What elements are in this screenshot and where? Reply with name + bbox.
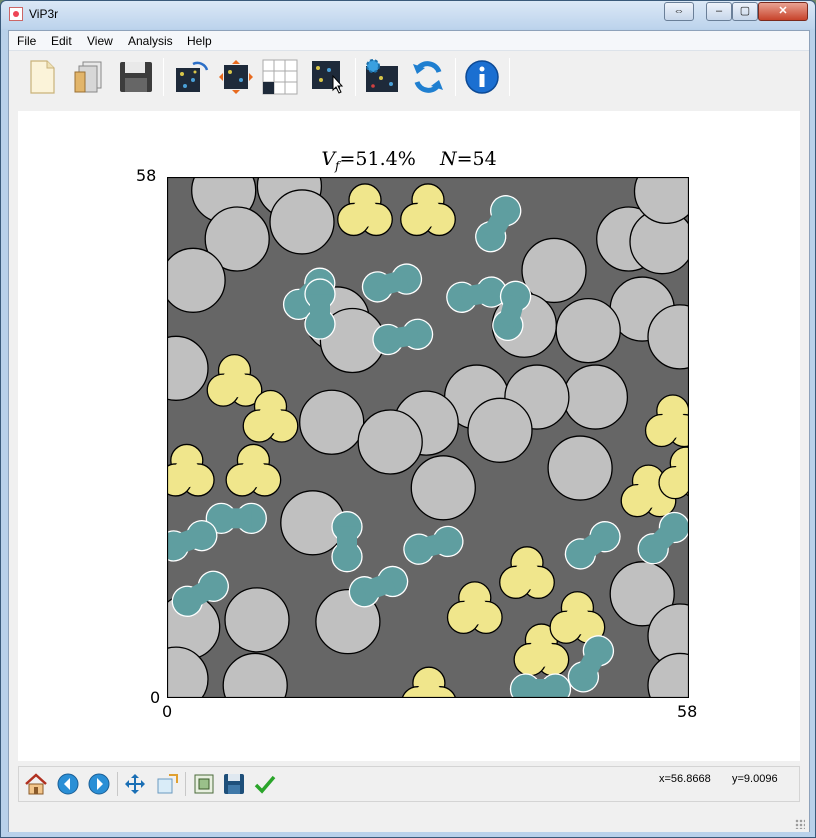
navigation-toolbar: x=56.8668 y=9.0096 xyxy=(18,766,800,802)
window-title: ViP3r xyxy=(29,7,59,21)
toolbar-separator xyxy=(355,58,356,96)
configure-subplots-icon[interactable] xyxy=(192,772,216,796)
circular-particle[interactable] xyxy=(269,189,335,255)
client-area: File Edit View Analysis Help Vf=51.4% N=… xyxy=(8,30,810,832)
pan-icon[interactable] xyxy=(123,772,147,796)
menu-bar: File Edit View Analysis Help xyxy=(9,31,809,51)
menu-analysis[interactable]: Analysis xyxy=(128,34,173,48)
menu-view[interactable]: View xyxy=(87,34,113,48)
minimize-button[interactable]: – xyxy=(706,2,732,21)
circular-particle[interactable] xyxy=(521,237,587,304)
regenerate-microstructure-icon[interactable] xyxy=(173,58,211,96)
nav-separator xyxy=(117,772,118,796)
periodic-boundary-icon[interactable] xyxy=(217,58,255,96)
zoom-icon[interactable] xyxy=(155,772,179,796)
refresh-icon[interactable] xyxy=(409,58,447,96)
select-particle-icon[interactable] xyxy=(309,58,347,96)
n-label: N xyxy=(439,148,457,170)
circular-particle[interactable] xyxy=(167,247,226,313)
save-figure-icon[interactable] xyxy=(222,772,246,796)
grid-icon[interactable] xyxy=(261,58,299,96)
menu-help[interactable]: Help xyxy=(187,34,212,48)
y-max-tick: 58 xyxy=(136,166,157,185)
back-icon[interactable] xyxy=(56,772,80,796)
home-icon[interactable] xyxy=(24,772,48,796)
circular-particle[interactable] xyxy=(357,409,423,475)
toolbar-separator xyxy=(455,58,456,96)
circular-particle[interactable] xyxy=(467,397,533,463)
vf-value: =51.4% xyxy=(339,148,416,170)
app-window: ViP3r ⇔ – ▢ ✕ File Edit View Analysis He… xyxy=(0,0,816,838)
nav-separator xyxy=(185,772,186,796)
close-button[interactable]: ✕ xyxy=(758,2,808,21)
microstructure-plot[interactable] xyxy=(167,177,689,698)
circular-particle[interactable] xyxy=(562,364,629,430)
open-folder-icon[interactable] xyxy=(71,58,109,96)
info-icon[interactable] xyxy=(463,58,501,96)
y-readout: y=9.0096 xyxy=(732,773,778,785)
toolbar-separator xyxy=(163,58,164,96)
n-value: =54 xyxy=(456,148,497,170)
circular-particle[interactable] xyxy=(410,455,476,521)
apply-icon[interactable] xyxy=(253,772,277,796)
toolbar-separator xyxy=(509,58,510,96)
status-bar xyxy=(9,806,809,832)
figure-canvas[interactable]: Vf=51.4% N=54 58 0 0 58 xyxy=(18,111,800,761)
x-max-tick: 58 xyxy=(677,702,698,721)
y-min-tick: 0 xyxy=(150,688,161,707)
app-icon xyxy=(9,7,23,21)
maximize-button[interactable]: ▢ xyxy=(732,2,758,21)
new-file-icon[interactable] xyxy=(23,58,61,96)
circular-particle[interactable] xyxy=(224,587,290,653)
vf-label: V xyxy=(321,148,336,170)
x-readout: x=56.8668 xyxy=(659,773,711,785)
menu-edit[interactable]: Edit xyxy=(51,34,72,48)
toolbar xyxy=(9,52,809,102)
circular-particle[interactable] xyxy=(547,435,613,501)
menu-file[interactable]: File xyxy=(17,34,36,48)
x-min-tick: 0 xyxy=(162,702,173,721)
circular-particle[interactable] xyxy=(299,389,365,455)
restore-extra-button[interactable]: ⇔ xyxy=(664,2,694,21)
title-bar[interactable]: ViP3r ⇔ – ▢ ✕ xyxy=(1,1,815,29)
save-icon[interactable] xyxy=(117,58,155,96)
circular-particle[interactable] xyxy=(555,297,621,364)
forward-icon[interactable] xyxy=(87,772,111,796)
resize-grip[interactable] xyxy=(795,819,805,829)
settings-microstructure-icon[interactable] xyxy=(363,58,401,96)
